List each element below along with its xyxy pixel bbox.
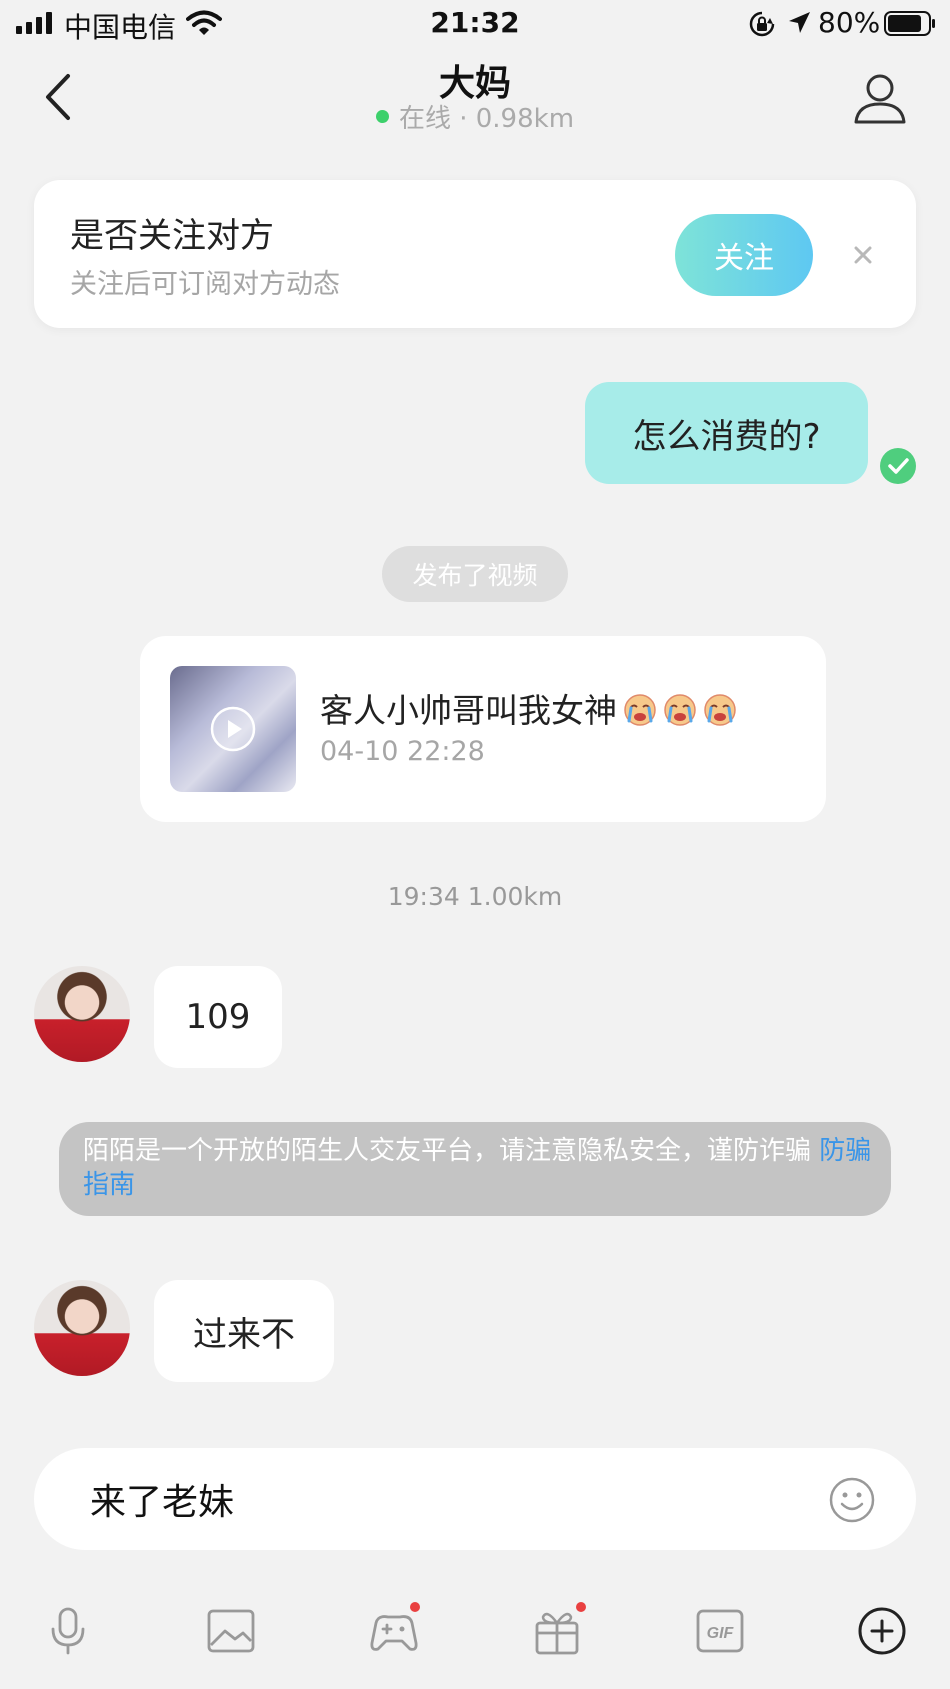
follow-title: 是否关注对方: [70, 216, 274, 256]
follow-subtitle: 关注后可订阅对方动态: [70, 269, 340, 300]
profile-icon[interactable]: [852, 70, 908, 126]
status-bar: 中国电信 21:32 80%: [0, 0, 950, 48]
notification-badge: [410, 1602, 420, 1612]
warning-text: 陌陌是一个开放的陌生人交友平台，请注意隐私安全，谨防诈骗: [83, 1136, 812, 1166]
plus-circle-icon[interactable]: [856, 1605, 908, 1657]
game-controller-icon[interactable]: [368, 1605, 420, 1657]
play-icon: [210, 706, 256, 752]
video-title: 客人小帅哥叫我女神: [320, 684, 737, 732]
message-input-bar: [34, 1448, 916, 1550]
avatar[interactable]: [34, 966, 130, 1062]
rotation-lock-icon: [749, 11, 775, 37]
location-arrow-icon: [789, 12, 810, 33]
outgoing-message-bubble[interactable]: 怎么消费的?: [585, 382, 868, 484]
safety-warning-text: 陌陌是一个开放的陌生人交友平台，请注意隐私安全，谨防诈骗 防骗指南: [83, 1134, 873, 1202]
follow-card: 是否关注对方 关注后可订阅对方动态 关注: [34, 180, 916, 328]
crying-face-icon: [624, 693, 656, 726]
video-title-text: 客人小帅哥叫我女神: [320, 691, 617, 730]
incoming-message-bubble[interactable]: 过来不: [154, 1280, 334, 1382]
video-date: 04-10 22:28: [320, 736, 485, 767]
smiley-icon[interactable]: [828, 1476, 876, 1524]
svg-text:GIF: GIF: [707, 1625, 735, 1642]
safety-warning: 陌陌是一个开放的陌生人交友平台，请注意隐私安全，谨防诈骗 防骗指南: [59, 1122, 891, 1216]
notification-badge: [576, 1602, 586, 1612]
gif-icon[interactable]: GIF: [694, 1605, 746, 1657]
video-thumbnail[interactable]: [170, 666, 296, 792]
online-dot: [375, 110, 389, 123]
crying-face-icon: [704, 693, 736, 726]
video-post-card[interactable]: 客人小帅哥叫我女神 04-10 22:28: [140, 636, 826, 822]
follow-button[interactable]: 关注: [675, 214, 813, 296]
incoming-message-bubble[interactable]: 109: [154, 966, 282, 1068]
crying-face-icon: [664, 693, 696, 726]
microphone-icon[interactable]: [42, 1605, 94, 1657]
battery-icon: [884, 11, 935, 36]
presence-text: 在线 · 0.98km: [398, 104, 575, 134]
avatar[interactable]: [34, 1280, 130, 1376]
system-notice-pill: 发布了视频: [382, 546, 568, 602]
battery-percent: 80%: [818, 6, 881, 39]
message-input[interactable]: [90, 1468, 790, 1530]
presence-status: 在线 · 0.98km: [0, 98, 950, 135]
gift-icon[interactable]: [531, 1605, 583, 1657]
image-icon[interactable]: [205, 1605, 257, 1657]
read-check-icon: [880, 448, 916, 484]
message-timestamp: 19:34 1.00km: [387, 882, 563, 911]
close-icon[interactable]: [844, 236, 882, 274]
